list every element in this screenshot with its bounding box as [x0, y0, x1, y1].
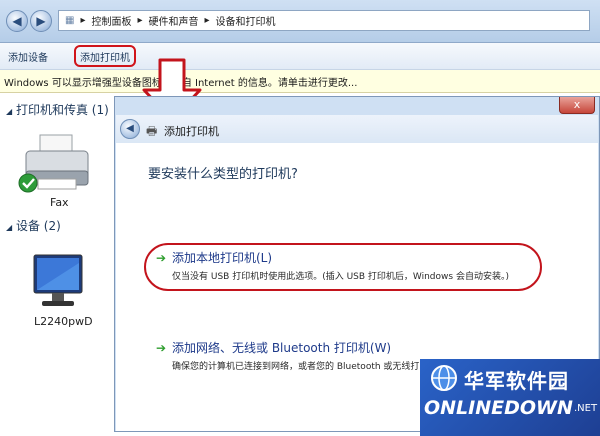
green-arrow-icon: ➔	[156, 341, 167, 355]
breadcrumb-control-panel[interactable]: 控制面板	[91, 13, 131, 28]
add-device-button[interactable]: 添加设备	[8, 49, 48, 64]
globe-icon	[431, 365, 457, 391]
monitor-icon[interactable]	[30, 253, 86, 313]
group-header-printers[interactable]: ◢ 打印机和传真 (1)	[6, 101, 109, 118]
watermark-logo: 华军软件园 ONLINEDOWN .NET	[420, 359, 600, 436]
watermark-cn-text: 华军软件园	[464, 369, 569, 393]
local-printer-highlight	[144, 243, 542, 291]
group-header-devices[interactable]: ◢ 设备 (2)	[6, 217, 61, 234]
breadcrumb-sep: ▸	[204, 15, 210, 26]
fax-label: Fax	[50, 196, 69, 209]
watermark-en-text: ONLINEDOWN	[424, 397, 573, 419]
watermark-net-text: .NET	[574, 403, 598, 414]
triangle-icon: ◢	[6, 107, 13, 116]
command-toolbar: 添加设备 添加打印机	[0, 43, 600, 70]
dialog-back-button[interactable]: ◀	[120, 119, 140, 139]
device-list-pane: ◢ 打印机和传真 (1) Fax ◢ 设备 (2) L2240pwD	[0, 93, 112, 436]
forward-button[interactable]: ▶	[30, 10, 52, 32]
dialog-header: ◀ 🖶 添加打印机	[116, 115, 598, 143]
add-printer-highlight	[74, 45, 136, 67]
triangle-icon: ◢	[6, 223, 13, 232]
address-bar-area: ◀ ▶ ▦ ▸ 控制面板 ▸ 硬件和声音 ▸ 设备和打印机	[0, 0, 600, 43]
dialog-question: 要安装什么类型的打印机?	[148, 167, 298, 182]
fax-printer-icon[interactable]	[18, 133, 94, 193]
folder-icon: ▦	[65, 15, 75, 26]
close-button[interactable]: x	[559, 97, 595, 114]
arrow-left-icon: ◀	[126, 123, 134, 134]
arrow-right-icon: ▶	[36, 14, 46, 28]
close-icon: x	[573, 98, 581, 111]
monitor-label: L2240pwD	[34, 315, 93, 328]
breadcrumb-sep: ▸	[137, 15, 143, 26]
group-label: 打印机和传真 (1)	[15, 103, 109, 117]
breadcrumb-sep: ▸	[80, 15, 86, 26]
breadcrumb-devices-printers[interactable]: 设备和打印机	[216, 13, 276, 28]
arrow-left-icon: ◀	[12, 14, 22, 28]
add-network-printer-option[interactable]: 添加网络、无线或 Bluetooth 打印机(W)	[172, 339, 391, 356]
address-field[interactable]: ▦ ▸ 控制面板 ▸ 硬件和声音 ▸ 设备和打印机	[58, 10, 590, 31]
dialog-title: 添加打印机	[164, 125, 219, 138]
group-label: 设备 (2)	[15, 219, 61, 233]
info-bar[interactable]: Windows 可以显示增强型设备图标和来自 Internet 的信息。请单击进…	[0, 70, 600, 93]
back-button[interactable]: ◀	[6, 10, 28, 32]
breadcrumb-hardware-sound[interactable]: 硬件和声音	[149, 13, 199, 28]
printer-small-icon: 🖶	[146, 124, 158, 138]
